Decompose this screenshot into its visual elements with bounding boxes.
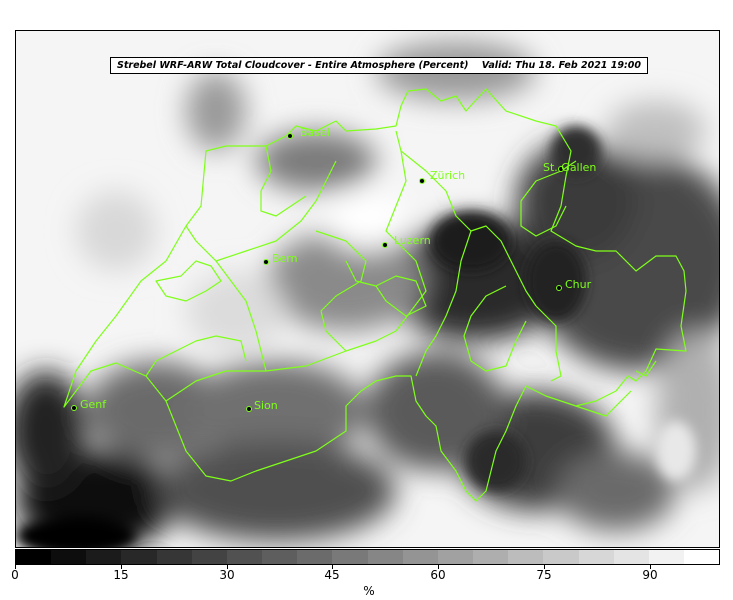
city-label-genf: Genf — [80, 398, 107, 411]
cloudcover-map — [16, 31, 719, 547]
colorbar-level-13 — [473, 550, 509, 564]
city-marker-chur — [556, 285, 562, 291]
colorbar-level-4 — [156, 550, 192, 564]
colorbar-level-14 — [508, 550, 544, 564]
map-frame: Basel Zürich St. Gallen Luzern Bern Chur… — [15, 30, 720, 548]
colorbar-level-5 — [191, 550, 227, 564]
colorbar-level-15 — [543, 550, 579, 564]
colorbar-level-2 — [86, 550, 122, 564]
colorbar-level-1 — [51, 550, 87, 564]
colorbar-tick-label-45: 45 — [324, 568, 340, 582]
colorbar-level-6 — [226, 550, 263, 564]
colorbar-level-3 — [121, 550, 157, 564]
city-label-bern: Bern — [272, 252, 298, 265]
city-label-zurich: Zürich — [430, 169, 466, 182]
colorbar-tick-label-75: 75 — [536, 568, 552, 582]
city-marker-bern — [263, 259, 269, 265]
city-label-st-gallen: St. Gallen — [543, 161, 597, 174]
city-label-basel: Basel — [300, 126, 330, 139]
colorbar-level-10 — [367, 550, 403, 564]
city-label-chur: Chur — [565, 278, 592, 291]
colorbar-level-11 — [402, 550, 438, 564]
colorbar-level-7 — [262, 550, 298, 564]
city-marker-zurich — [419, 178, 425, 184]
city-label-sion: Sion — [254, 399, 278, 412]
colorbar-tick-label-15: 15 — [113, 568, 129, 582]
colorbar-level-9 — [332, 550, 368, 564]
colorbar-level-17 — [613, 550, 649, 564]
colorbar-level-12 — [437, 550, 474, 564]
colorbar-tick-label-30: 30 — [219, 568, 235, 582]
colorbar-level-8 — [297, 550, 333, 564]
colorbar-level-19 — [683, 550, 720, 564]
colorbar-tick-label-90: 90 — [642, 568, 658, 582]
city-marker-genf — [71, 405, 77, 411]
colorbar-level-18 — [648, 550, 684, 564]
colorbar-tick-label-60: 60 — [430, 568, 446, 582]
colorbar-tick-label-0: 0 — [11, 568, 19, 582]
colorbar-level-16 — [578, 550, 614, 564]
colorbar-level-0 — [16, 550, 52, 564]
city-label-luzern: Luzern — [394, 234, 431, 247]
city-marker-luzern — [382, 242, 388, 248]
city-marker-basel — [287, 133, 293, 139]
colorbar-unit-label: % — [363, 584, 375, 598]
map-title: Strebel WRF-ARW Total Cloudcover - Entir… — [110, 57, 648, 74]
city-marker-sion — [246, 406, 252, 412]
title-valid-time: Valid: Thu 18. Feb 2021 19:00 — [481, 60, 641, 71]
title-main: Strebel WRF-ARW Total Cloudcover - Entir… — [117, 60, 469, 71]
colorbar — [15, 549, 720, 565]
